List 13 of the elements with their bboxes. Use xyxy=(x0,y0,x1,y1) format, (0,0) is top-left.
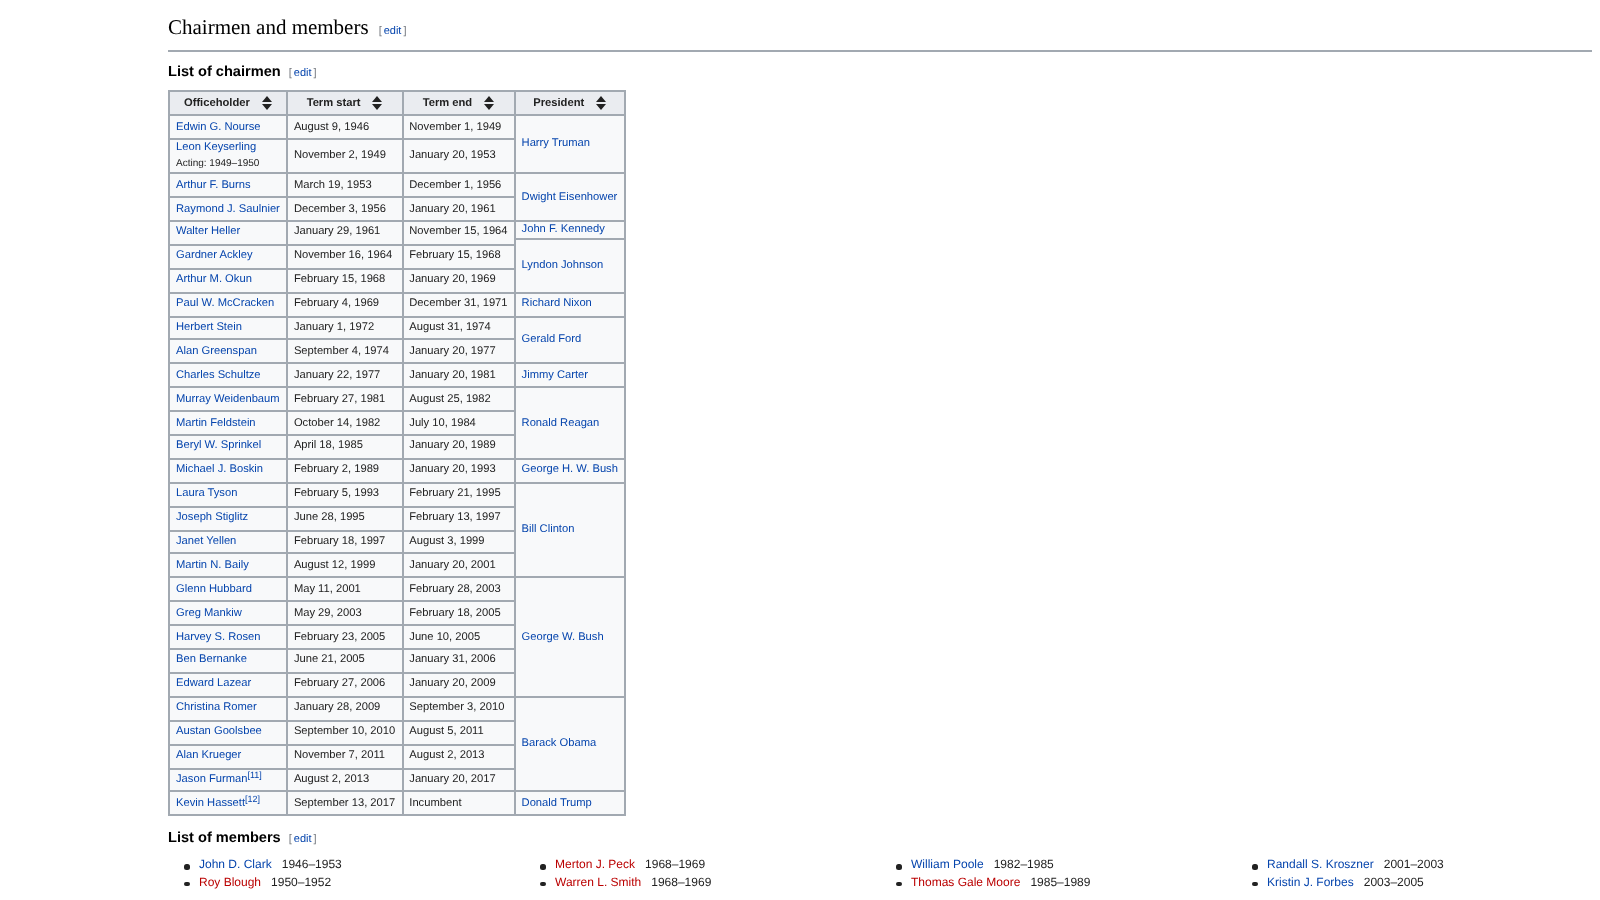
bullet-icon xyxy=(1252,864,1257,870)
bullet-icon xyxy=(540,864,545,870)
sort-icon[interactable] xyxy=(261,95,272,110)
bullet-icon xyxy=(1252,881,1257,887)
bullet-icon xyxy=(896,881,901,887)
bullet-icon xyxy=(184,864,189,870)
sort-icon[interactable] xyxy=(484,95,495,110)
section-heading: Chairmen and members xyxy=(168,18,369,44)
sort-icon[interactable] xyxy=(596,95,607,110)
sort-icon[interactable] xyxy=(372,95,383,110)
bullet-icon xyxy=(896,864,901,870)
bullet-icon xyxy=(540,881,545,887)
bullet-icon xyxy=(184,881,189,887)
